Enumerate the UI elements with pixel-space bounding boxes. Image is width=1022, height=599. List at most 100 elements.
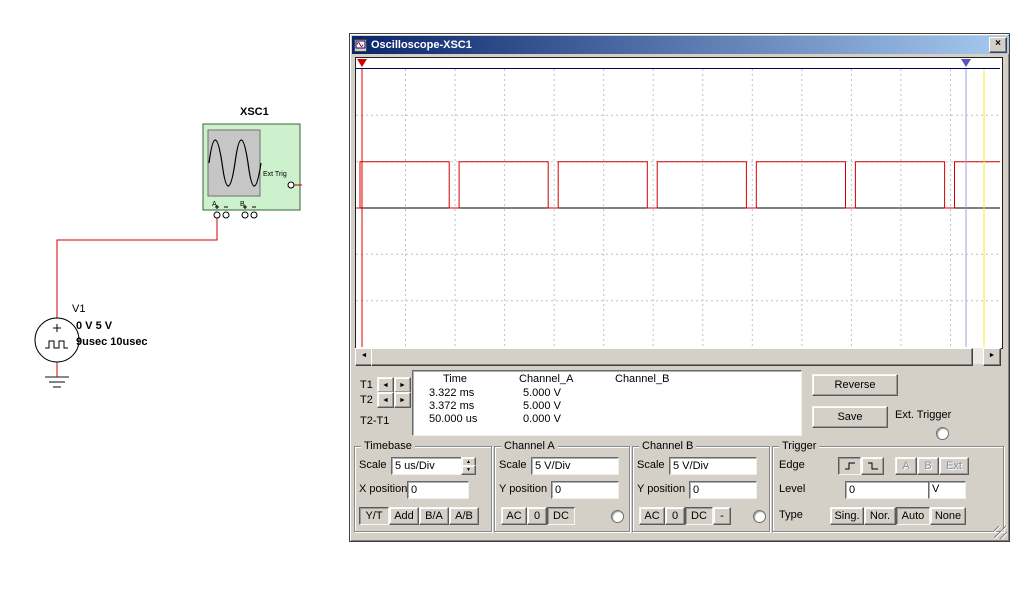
trigger-source-ext-button[interactable]: Ext <box>939 457 969 475</box>
trigger-source-a-button[interactable]: A <box>895 457 917 475</box>
ext-trigger-panel-label: Ext. Trigger <box>895 409 951 422</box>
trigger-edge-label: Edge <box>779 459 805 472</box>
channel-b-terminal-label: B <box>240 198 245 211</box>
trigger-title: Trigger <box>779 440 819 452</box>
timebase-yt-button[interactable]: Y/T <box>359 507 389 525</box>
timebase-title: Timebase <box>361 440 415 452</box>
channel-a-ac-button[interactable]: AC <box>501 507 527 525</box>
title-bar[interactable]: Oscilloscope-XSC1 × <box>352 36 1009 54</box>
v1-source-symbol[interactable] <box>35 318 79 362</box>
falling-edge-icon <box>867 461 879 471</box>
scope-plot <box>356 69 1000 347</box>
timebase-xposition-label: X position <box>359 483 407 496</box>
channel-a-yposition-input[interactable] <box>551 481 619 499</box>
channel-b-scale-label: Scale <box>637 459 665 472</box>
readout-header-time: Time <box>443 373 467 385</box>
channel-a-plus-terminal[interactable] <box>214 212 220 218</box>
timebase-ba-button[interactable]: B/A <box>419 507 449 525</box>
trigger-type-nor-button[interactable]: Nor. <box>864 507 896 525</box>
timebase-scale-label: Scale <box>359 459 387 472</box>
readout-header-channel-a: Channel_A <box>519 373 573 385</box>
ext-trigger-radio[interactable] <box>936 427 949 440</box>
ground-symbol[interactable] <box>45 377 69 387</box>
readout-header-channel-b: Channel_B <box>615 373 669 385</box>
ext-trig-terminal[interactable] <box>288 182 294 188</box>
cursor-1-marker[interactable] <box>357 59 367 67</box>
channel-a-radio[interactable] <box>611 510 624 523</box>
source-timing: 9usec 10usec <box>76 336 148 349</box>
trigger-level-label: Level <box>779 483 805 496</box>
trigger-level-unit[interactable]: V <box>928 481 966 499</box>
delta-time-value: 50.000 us <box>429 413 477 425</box>
window-icon <box>354 39 367 52</box>
channel-a-title: Channel A <box>501 440 558 452</box>
timebase-add-button[interactable]: Add <box>389 507 419 525</box>
channel-a-dc-button[interactable]: DC <box>547 507 575 525</box>
reverse-button[interactable]: Reverse <box>812 374 898 396</box>
t2-channel-a-value: 5.000 V <box>523 400 561 412</box>
rising-edge-icon <box>844 461 856 471</box>
trigger-type-sing-button[interactable]: Sing. <box>830 507 864 525</box>
window-title: Oscilloscope-XSC1 <box>371 39 989 51</box>
t2-time-value: 3.372 ms <box>429 400 474 412</box>
trigger-level-input[interactable] <box>845 481 933 499</box>
channel-b-yposition-input[interactable] <box>689 481 757 499</box>
cursor-delta-label: T2-T1 <box>360 415 389 428</box>
channel-a-scale-input[interactable] <box>531 457 619 475</box>
scroll-right-button[interactable]: ► <box>983 348 1001 366</box>
channel-b-minus-terminal[interactable] <box>251 212 257 218</box>
channel-b-plus-terminal[interactable] <box>242 212 248 218</box>
trigger-type-auto-button[interactable]: Auto <box>896 507 930 525</box>
ext-trig-label: Ext Trig <box>263 168 287 181</box>
timebase-xposition-input[interactable] <box>407 481 469 499</box>
falling-edge-button[interactable] <box>861 457 884 475</box>
channel-b-group: Channel B Scale Y position AC 0 DC - <box>632 446 770 532</box>
cursor-1-label: T1 <box>360 379 373 392</box>
channel-a-zero-button[interactable]: 0 <box>527 507 547 525</box>
channel-b-yposition-label: Y position <box>637 483 685 496</box>
resize-grip[interactable] <box>994 526 1007 539</box>
channel-b-scale-input[interactable] <box>669 457 757 475</box>
t1-time-value: 3.322 ms <box>429 387 474 399</box>
source-value: 0 V 5 V <box>76 320 112 333</box>
channel-a-yposition-label: Y position <box>499 483 547 496</box>
workspace: XSC1 Ext Trig A B V1 0 V 5 V 9usec 10use… <box>0 0 1022 599</box>
scrollbar-thumb[interactable] <box>371 348 973 366</box>
scope-display <box>355 57 1003 349</box>
cursor-2-label: T2 <box>360 394 373 407</box>
readout-panel: Time Channel_A Channel_B 3.322 ms 5.000 … <box>412 370 802 436</box>
t1-channel-a-value: 5.000 V <box>523 387 561 399</box>
channel-a-minus-terminal[interactable] <box>223 212 229 218</box>
source-name: V1 <box>72 303 85 316</box>
channel-a-trace <box>356 162 1000 208</box>
save-button[interactable]: Save <box>812 406 888 428</box>
trigger-source-b-button[interactable]: B <box>917 457 939 475</box>
channel-b-zero-button[interactable]: 0 <box>665 507 685 525</box>
channel-a-group: Channel A Scale Y position AC 0 DC <box>494 446 630 532</box>
rising-edge-button[interactable] <box>838 457 861 475</box>
cursor-2-right-button[interactable]: ► <box>394 392 411 408</box>
cursor-2-left-button[interactable]: ◄ <box>377 392 394 408</box>
channel-a-terminal-label: A <box>212 198 217 211</box>
trigger-group: Trigger Edge A B Ext Level V Type Sing. … <box>772 446 1004 532</box>
close-button[interactable]: × <box>989 37 1007 53</box>
timebase-ab-button[interactable]: A/B <box>449 507 479 525</box>
channel-b-invert-button[interactable]: - <box>713 507 731 525</box>
channel-a-scale-label: Scale <box>499 459 527 472</box>
instrument-label: XSC1 <box>240 106 269 119</box>
cursor-track <box>356 58 1000 69</box>
cursor-1-right-button[interactable]: ► <box>394 377 411 393</box>
channel-b-radio[interactable] <box>753 510 766 523</box>
channel-b-dc-button[interactable]: DC <box>685 507 713 525</box>
channel-b-ac-button[interactable]: AC <box>639 507 665 525</box>
delta-channel-a-value: 0.000 V <box>523 413 561 425</box>
cursor-2-marker[interactable] <box>961 59 971 67</box>
cursor-1-left-button[interactable]: ◄ <box>377 377 394 393</box>
horizontal-scrollbar[interactable]: ◄ ► <box>355 348 1001 364</box>
trigger-type-none-button[interactable]: None <box>930 507 966 525</box>
trigger-type-label: Type <box>779 509 803 522</box>
timebase-scale-spin-down[interactable]: ▼ <box>461 465 476 475</box>
timebase-scale-input[interactable] <box>391 457 467 475</box>
channel-b-title: Channel B <box>639 440 696 452</box>
oscilloscope-symbol[interactable] <box>203 124 302 218</box>
